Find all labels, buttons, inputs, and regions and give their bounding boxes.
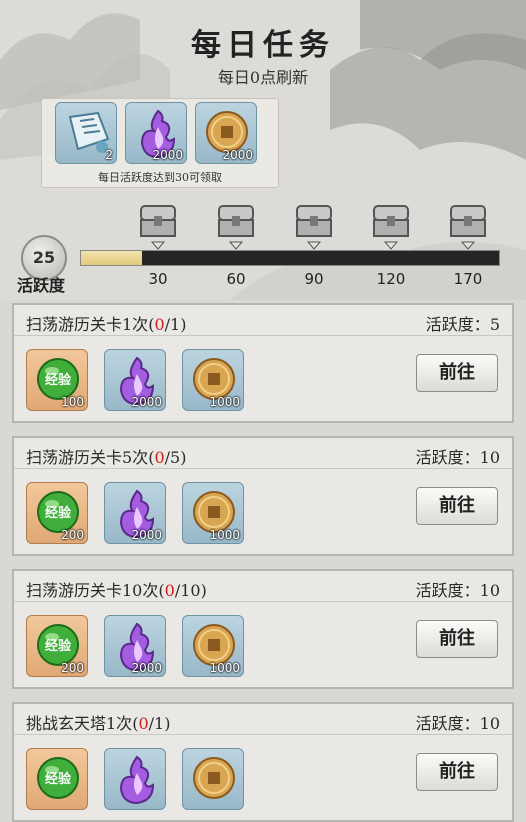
svg-text:经验: 经验 [45, 638, 72, 654]
page-title: 每日任务 [191, 28, 335, 63]
task-name: 扫荡游历关卡10次(0/10) [26, 581, 207, 600]
reward-item-flame[interactable]: 2000 [104, 615, 166, 677]
reward-qty: 1000 [209, 528, 240, 542]
exp-orb-icon: 经验 [37, 757, 79, 799]
reward-item-exp[interactable]: 经验 100 [26, 349, 88, 411]
task-name: 扫荡游历关卡5次(0/5) [26, 448, 187, 467]
copper-coin-icon [193, 757, 235, 799]
reward-item-exp[interactable]: 经验 200 [26, 482, 88, 544]
reward-qty: 100 [61, 395, 84, 409]
reward-item-coin[interactable]: 1000 [182, 615, 244, 677]
task-activity: 活跃度：10 [415, 714, 500, 733]
reward-qty: 2000 [131, 528, 162, 542]
chest-icon[interactable] [371, 202, 411, 252]
task-header: 扫荡游历关卡1次(0/1) 活跃度：5 [14, 305, 512, 336]
task-header: 扫荡游历关卡5次(0/5) 活跃度：10 [14, 438, 512, 469]
milestone-chests [0, 202, 526, 252]
go-button[interactable]: 前往 [416, 753, 498, 791]
reward-item-coin[interactable]: 1000 [182, 482, 244, 544]
reward-item-flame[interactable]: 2000 [104, 482, 166, 544]
go-button[interactable]: 前往 [416, 620, 498, 658]
reward-qty: 2 [105, 148, 113, 162]
reward-qty: 200 [61, 528, 84, 542]
milestone-label: 30 [148, 270, 168, 288]
reward-item-flame[interactable]: 2000 [125, 102, 187, 164]
task-header: 挑战玄天塔1次(0/1) 活跃度：10 [14, 704, 512, 735]
go-button[interactable]: 前往 [416, 354, 498, 392]
reward-qty: 2000 [152, 148, 183, 162]
task-rewards: 经验 [26, 748, 244, 810]
task-card: 扫荡游历关卡1次(0/1) 活跃度：5 经验 100 2000 1000 前往 [12, 303, 514, 423]
task-header: 扫荡游历关卡10次(0/10) 活跃度：10 [14, 571, 512, 602]
milestone-label: 90 [304, 270, 324, 288]
reward-item-exp[interactable]: 经验 200 [26, 615, 88, 677]
reward-qty: 2000 [131, 395, 162, 409]
task-activity: 活跃度：5 [425, 315, 500, 334]
task-card: 挑战玄天塔1次(0/1) 活跃度：10 经验 前往 [12, 702, 514, 822]
task-name: 挑战玄天塔1次(0/1) [26, 714, 171, 733]
chest-icon[interactable] [138, 202, 178, 252]
refresh-note: 每日0点刷新 [217, 68, 309, 87]
milestone-reward-preview: 2 2000 2000 每日活跃度达到30可领取 [41, 98, 279, 188]
milestone-label: 120 [376, 270, 406, 288]
chest-icon[interactable] [216, 202, 256, 252]
reward-item-coin[interactable]: 1000 [182, 349, 244, 411]
reward-qty: 2000 [131, 661, 162, 675]
reward-qty: 200 [61, 661, 84, 675]
svg-text:经验: 经验 [45, 771, 72, 787]
chest-icon[interactable] [448, 202, 488, 252]
reward-item-flame[interactable]: 2000 [104, 349, 166, 411]
svg-text:经验: 经验 [45, 505, 72, 521]
milestone-label: 170 [453, 270, 483, 288]
reward-qty: 1000 [209, 395, 240, 409]
task-activity: 活跃度：10 [415, 581, 500, 600]
task-rewards: 经验 200 2000 1000 [26, 615, 244, 677]
reward-item-coin[interactable] [182, 748, 244, 810]
progress-fill [81, 251, 143, 265]
reward-item-flame[interactable] [104, 748, 166, 810]
activity-label: 活跃度 [17, 276, 66, 295]
reward-qty: 1000 [209, 661, 240, 675]
svg-text:经验: 经验 [45, 372, 72, 388]
chest-icon[interactable] [294, 202, 334, 252]
task-rewards: 经验 200 2000 1000 [26, 482, 244, 544]
task-rewards: 经验 100 2000 1000 [26, 349, 244, 411]
task-activity: 活跃度：10 [415, 448, 500, 467]
reward-caption: 每日活跃度达到30可领取 [98, 171, 222, 184]
reward-item-scroll[interactable]: 2 [55, 102, 117, 164]
reward-item-exp[interactable]: 经验 [26, 748, 88, 810]
task-card: 扫荡游历关卡10次(0/10) 活跃度：10 经验 200 2000 1000 … [12, 569, 514, 689]
activity-progress-bar [80, 250, 500, 266]
milestone-label: 60 [226, 270, 246, 288]
reward-item-coin[interactable]: 2000 [195, 102, 257, 164]
task-card: 扫荡游历关卡5次(0/5) 活跃度：10 经验 200 2000 1000 前往 [12, 436, 514, 556]
task-name: 扫荡游历关卡1次(0/1) [26, 315, 187, 334]
go-button[interactable]: 前往 [416, 487, 498, 525]
reward-qty: 2000 [222, 148, 253, 162]
